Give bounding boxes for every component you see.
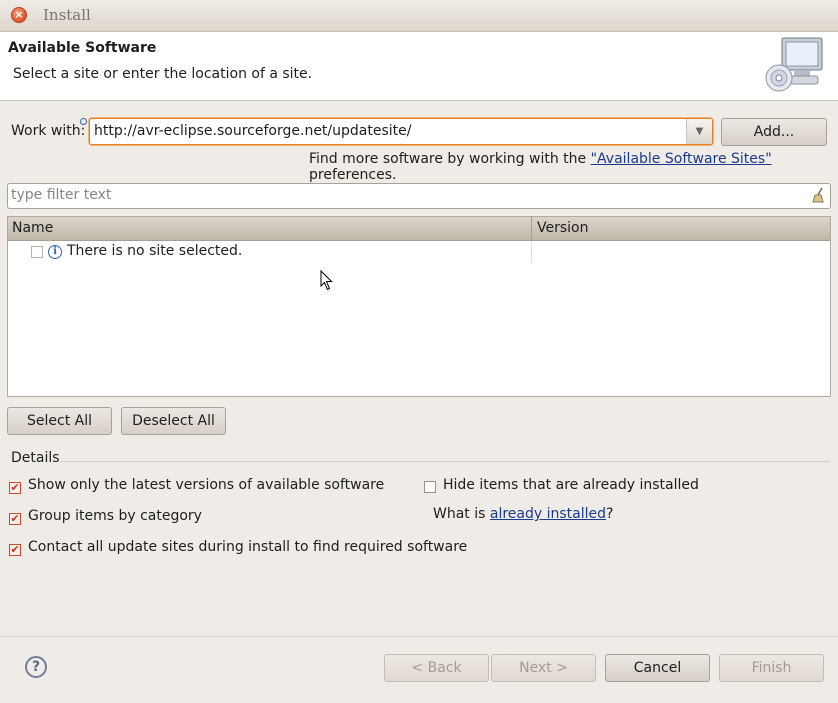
table-row-name[interactable]: There is no site selected. xyxy=(67,243,242,259)
already-installed-link[interactable]: already installed xyxy=(490,506,606,522)
what-is-suffix: ? xyxy=(606,506,614,522)
cancel-button[interactable]: Cancel xyxy=(605,654,710,682)
footer-separator xyxy=(0,636,838,637)
column-header-version[interactable]: Version xyxy=(537,220,588,236)
column-divider xyxy=(531,217,532,241)
title-bar xyxy=(0,0,838,32)
window-title: Install xyxy=(43,6,91,24)
deselect-all-button[interactable]: Deselect All xyxy=(121,407,226,435)
monitor-cd-icon xyxy=(765,37,823,92)
contact-update-sites-checkbox[interactable]: ✔ xyxy=(9,544,21,556)
table-header xyxy=(8,217,830,241)
help-icon[interactable]: ? xyxy=(25,656,47,678)
group-by-category-label[interactable]: Group items by category xyxy=(28,508,202,524)
what-is-installed-text: What is already installed? xyxy=(433,506,613,522)
show-latest-checkbox[interactable]: ✔ xyxy=(9,482,21,494)
back-button[interactable]: < Back xyxy=(384,654,489,682)
available-software-sites-link[interactable]: "Available Software Sites" xyxy=(591,151,772,167)
filter-placeholder: type filter text xyxy=(11,187,112,203)
contact-update-sites-label[interactable]: Contact all update sites during install … xyxy=(28,539,467,555)
close-icon[interactable]: × xyxy=(11,7,27,23)
mouse-cursor-icon xyxy=(320,270,333,291)
page-description: Select a site or enter the location of a… xyxy=(13,66,313,82)
find-more-text: Find more software by working with the "… xyxy=(309,151,838,183)
work-with-label: Work with: xyxy=(11,123,86,139)
info-icon: i xyxy=(48,245,62,259)
details-label: Details xyxy=(11,450,60,466)
finish-button[interactable]: Finish xyxy=(719,654,824,682)
clear-filter-icon[interactable] xyxy=(811,187,825,203)
chevron-down-icon[interactable]: ▼ xyxy=(686,119,712,144)
filter-input[interactable] xyxy=(7,183,831,209)
row-column-divider xyxy=(531,241,532,263)
hide-installed-label[interactable]: Hide items that are already installed xyxy=(443,477,699,493)
add-site-button[interactable]: Add... xyxy=(721,118,827,146)
find-more-prefix: Find more software by working with the xyxy=(309,151,591,167)
find-more-suffix: preferences. xyxy=(309,167,397,183)
group-by-category-checkbox[interactable]: ✔ xyxy=(9,513,21,525)
hide-installed-checkbox[interactable] xyxy=(424,481,436,493)
details-separator xyxy=(60,461,830,462)
column-header-name[interactable]: Name xyxy=(12,220,53,236)
show-latest-label[interactable]: Show only the latest versions of availab… xyxy=(28,477,384,493)
info-decoration-icon xyxy=(80,118,87,125)
row-checkbox[interactable] xyxy=(31,246,43,258)
work-with-input[interactable]: http://avr-eclipse.sourceforge.net/updat… xyxy=(94,123,411,139)
select-all-button[interactable]: Select All xyxy=(7,407,112,435)
page-title: Available Software xyxy=(8,40,157,56)
what-is-prefix: What is xyxy=(433,506,490,522)
next-button[interactable]: Next > xyxy=(491,654,596,682)
